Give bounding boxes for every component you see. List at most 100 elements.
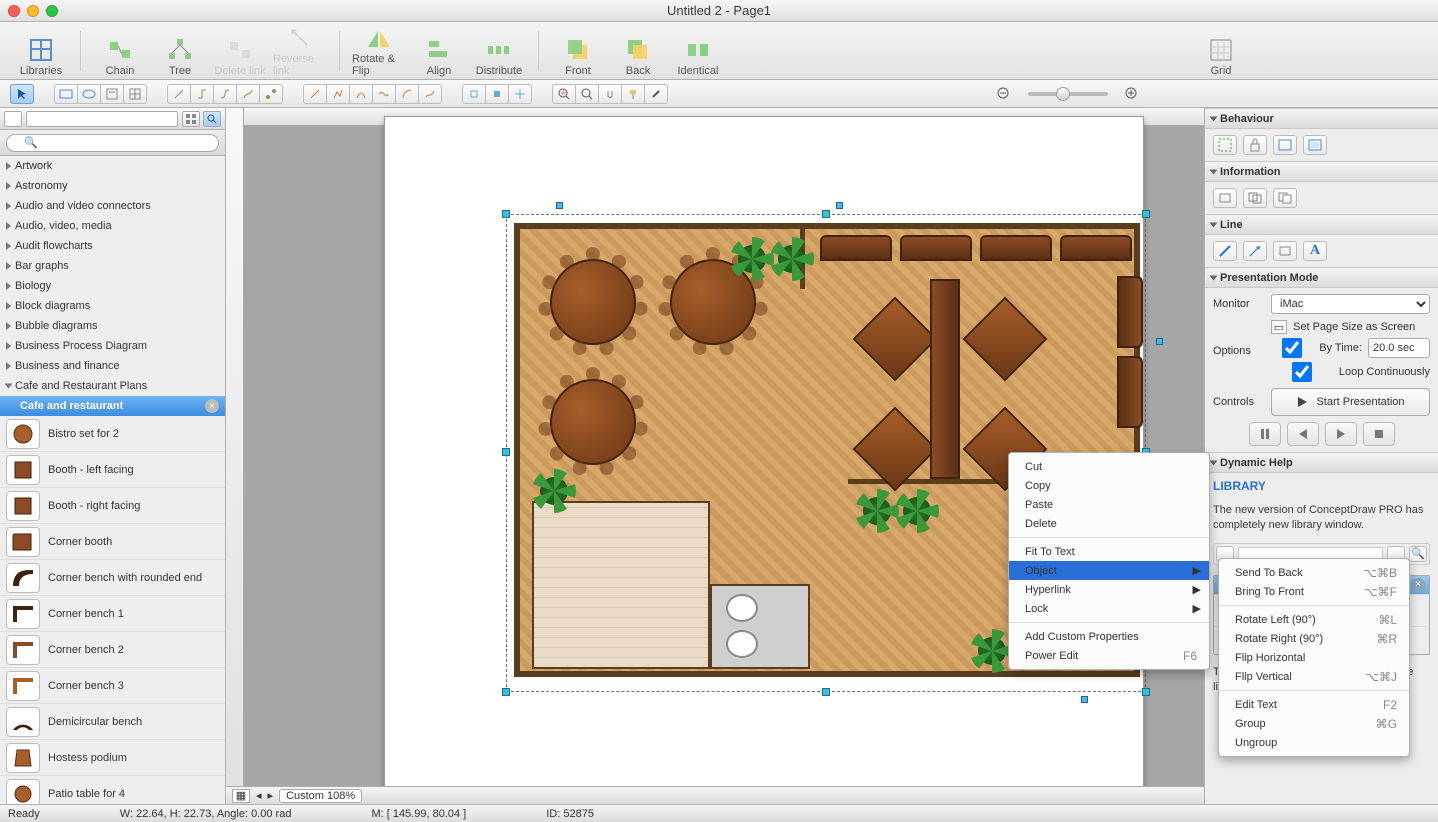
behaviour-icon-3[interactable] <box>1273 135 1297 155</box>
rotate-flip-button[interactable]: Rotate & Flip <box>352 25 406 77</box>
zoom-tool[interactable] <box>575 84 599 104</box>
library-shape-item[interactable]: Bistro set for 2 <box>0 416 225 452</box>
library-shape-item[interactable]: Patio table for 4 <box>0 776 225 804</box>
tree-item[interactable]: Artwork <box>0 156 225 176</box>
menu-copy[interactable]: Copy <box>1009 476 1209 495</box>
pointer-tool[interactable] <box>10 84 34 104</box>
tree-item[interactable]: Bubble diagrams <box>0 316 225 336</box>
reverse-link-button[interactable]: Reverse link <box>273 25 327 77</box>
menu-lock[interactable]: Lock▶ <box>1009 599 1209 618</box>
tree-item-selected[interactable]: Cafe and restaurant× <box>0 396 225 416</box>
curve-tool-2[interactable] <box>372 84 396 104</box>
pan-tool[interactable] <box>598 84 622 104</box>
connector-tool-2[interactable] <box>190 84 214 104</box>
zoom-fit-tool[interactable] <box>552 84 576 104</box>
point-tool-2[interactable] <box>485 84 509 104</box>
connector-tool-5[interactable] <box>259 84 283 104</box>
line-arrow-icon[interactable] <box>1243 241 1267 261</box>
bytime-checkbox[interactable] <box>1271 338 1313 358</box>
presentation-section-header[interactable]: Presentation Mode <box>1205 268 1438 288</box>
libraries-button[interactable]: Libraries <box>14 25 68 77</box>
library-shape-item[interactable]: Corner bench 1 <box>0 596 225 632</box>
library-shape-item[interactable]: Corner bench 3 <box>0 668 225 704</box>
context-submenu-object[interactable]: Send To Back⌥⌘B Bring To Front⌥⌘F Rotate… <box>1218 558 1410 757</box>
object-handle[interactable] <box>836 202 843 209</box>
point-tool-1[interactable] <box>462 84 486 104</box>
arc-tool[interactable] <box>395 84 419 104</box>
menu-hyperlink[interactable]: Hyperlink▶ <box>1009 580 1209 599</box>
library-tree[interactable]: Artwork Astronomy Audio and video connec… <box>0 156 225 416</box>
selection-handle[interactable] <box>1142 688 1150 696</box>
tree-item[interactable]: Block diagrams <box>0 296 225 316</box>
eyedropper-tool[interactable] <box>644 84 668 104</box>
loop-checkbox[interactable] <box>1271 362 1333 382</box>
prev-button[interactable] <box>1287 422 1319 446</box>
tree-item[interactable]: Audio and video connectors <box>0 196 225 216</box>
menu-object[interactable]: Object▶ <box>1009 561 1209 580</box>
menu-fit-to-text[interactable]: Fit To Text <box>1009 542 1209 561</box>
library-shape-item[interactable]: Booth - right facing <box>0 488 225 524</box>
library-shape-item[interactable]: Demicircular bench <box>0 704 225 740</box>
point-tool-3[interactable] <box>508 84 532 104</box>
window-minimize-button[interactable] <box>27 5 39 17</box>
tree-item-open[interactable]: Cafe and Restaurant Plans <box>0 376 225 396</box>
library-search-button[interactable] <box>203 111 221 127</box>
menu-delete[interactable]: Delete <box>1009 514 1209 533</box>
menu-ungroup[interactable]: Ungroup <box>1219 733 1409 752</box>
delete-link-button[interactable]: Delete link <box>213 25 267 77</box>
library-shape-item[interactable]: Corner booth <box>0 524 225 560</box>
format-painter-tool[interactable] <box>621 84 645 104</box>
bytime-input[interactable] <box>1368 338 1430 358</box>
menu-flip-vertical[interactable]: Flip Vertical⌥⌘J <box>1219 667 1409 686</box>
tree-item[interactable]: Business and finance <box>0 356 225 376</box>
menu-flip-horizontal[interactable]: Flip Horizontal <box>1219 648 1409 667</box>
info-icon-1[interactable] <box>1213 188 1237 208</box>
library-shape-item[interactable]: Corner bench with rounded end <box>0 560 225 596</box>
zoom-in-button[interactable] <box>1120 84 1144 104</box>
menu-rotate-right[interactable]: Rotate Right (90°)⌘R <box>1219 629 1409 648</box>
context-menu[interactable]: Cut Copy Paste Delete Fit To Text Object… <box>1008 452 1210 670</box>
menu-add-custom-properties[interactable]: Add Custom Properties <box>1009 627 1209 646</box>
object-handle[interactable] <box>556 202 563 209</box>
stop-button[interactable] <box>1363 422 1395 446</box>
front-button[interactable]: Front <box>551 25 605 77</box>
zoom-out-button[interactable] <box>992 84 1016 104</box>
line-text-icon[interactable]: A <box>1303 241 1327 261</box>
identical-button[interactable]: Identical <box>671 25 725 77</box>
behaviour-icon-4[interactable] <box>1303 135 1327 155</box>
line-tool-2[interactable] <box>326 84 350 104</box>
chain-button[interactable]: Chain <box>93 25 147 77</box>
rect-tool[interactable] <box>54 84 78 104</box>
library-path-input[interactable] <box>26 111 178 127</box>
monitor-select[interactable]: iMac <box>1271 294 1430 314</box>
distribute-button[interactable]: Distribute <box>472 25 526 77</box>
freehand-tool[interactable] <box>418 84 442 104</box>
pause-button[interactable] <box>1249 422 1281 446</box>
back-button[interactable]: Back <box>611 25 665 77</box>
page-thumbnail-button[interactable]: ▦ <box>232 789 250 803</box>
library-tab-tree-icon[interactable] <box>4 111 22 127</box>
menu-send-to-back[interactable]: Send To Back⌥⌘B <box>1219 563 1409 582</box>
info-icon-2[interactable] <box>1243 188 1267 208</box>
menu-power-edit[interactable]: Power EditF6 <box>1009 646 1209 665</box>
library-shape-item[interactable]: Hostess podium <box>0 740 225 776</box>
tree-item[interactable]: Biology <box>0 276 225 296</box>
object-handle[interactable] <box>1156 338 1163 345</box>
object-handle[interactable] <box>1081 696 1088 703</box>
line-pen-icon[interactable] <box>1213 241 1237 261</box>
next-button[interactable] <box>1325 422 1357 446</box>
line-section-header[interactable]: Line <box>1205 215 1438 235</box>
tree-item[interactable]: Audio, video, media <box>0 216 225 236</box>
align-button[interactable]: Align <box>412 25 466 77</box>
menu-edit-text[interactable]: Edit TextF2 <box>1219 695 1409 714</box>
selection-handle[interactable] <box>502 688 510 696</box>
connector-tool-3[interactable] <box>213 84 237 104</box>
drawing-shapes-close-icon[interactable]: × <box>1411 578 1425 592</box>
curve-tool-1[interactable] <box>349 84 373 104</box>
library-shapes-list[interactable]: Bistro set for 2 Booth - left facing Boo… <box>0 416 225 804</box>
library-shape-item[interactable]: Corner bench 2 <box>0 632 225 668</box>
menu-group[interactable]: Group⌘G <box>1219 714 1409 733</box>
menu-bring-to-front[interactable]: Bring To Front⌥⌘F <box>1219 582 1409 601</box>
tree-button[interactable]: Tree <box>153 25 207 77</box>
text-tool[interactable] <box>100 84 124 104</box>
